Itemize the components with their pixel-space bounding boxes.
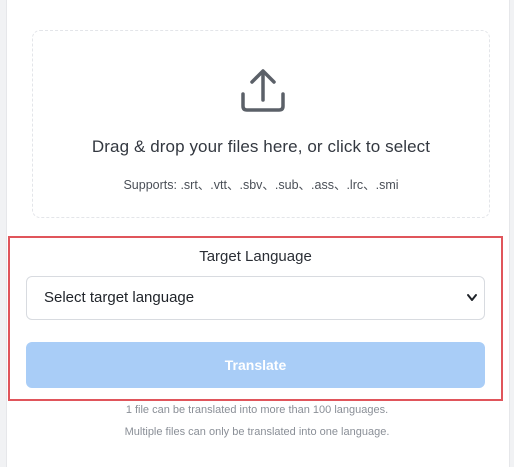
target-language-select[interactable]: Select target language	[26, 276, 485, 320]
upload-icon	[241, 69, 285, 112]
info-line-2: Multiple files can only be translated in…	[124, 426, 390, 438]
dropzone-title: Drag & drop your files here, or click to…	[91, 137, 431, 156]
file-dropzone[interactable]: Drag & drop your files here, or click to…	[32, 30, 490, 218]
chevron-down-icon	[467, 294, 477, 301]
select-value: Select target language	[44, 289, 195, 306]
info-line-1: 1 file can be translated into more than …	[125, 404, 389, 416]
target-language-label: Target Language	[199, 248, 312, 265]
translate-button[interactable]: Translate	[26, 342, 485, 388]
target-language-section: Target Language Select target language T…	[8, 236, 503, 401]
supported-formats: Supports: .srt、.vtt、.sbv、.sub、.ass、.lrc、…	[123, 178, 399, 192]
